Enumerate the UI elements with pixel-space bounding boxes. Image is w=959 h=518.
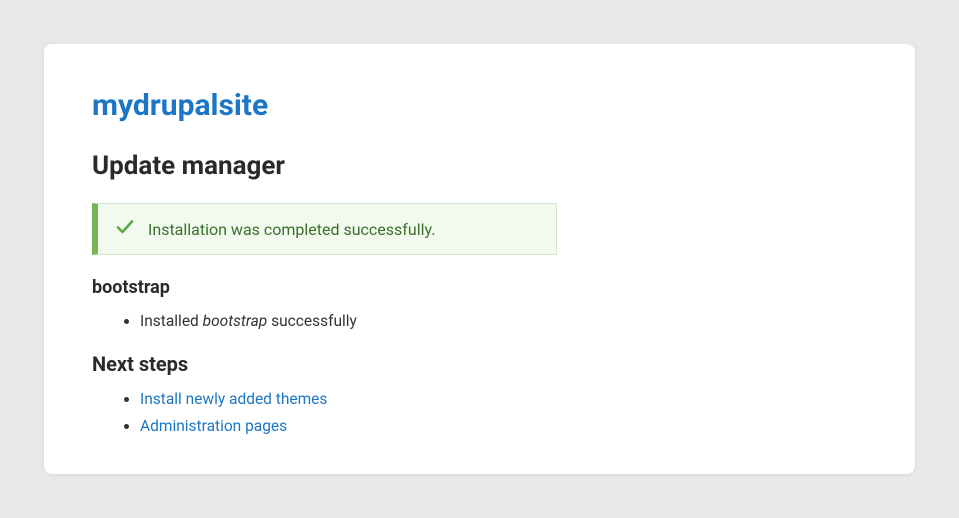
install-suffix: successfully: [267, 312, 357, 330]
install-themes-link[interactable]: Install newly added themes: [140, 390, 327, 408]
admin-pages-link[interactable]: Administration pages: [140, 417, 287, 435]
list-item: Installed bootstrap successfully: [140, 308, 867, 334]
next-steps-list: Install newly added themes Administratio…: [92, 386, 867, 439]
install-module-name: bootstrap: [203, 312, 268, 330]
list-item: Install newly added themes: [140, 386, 867, 412]
module-heading: bootstrap: [92, 277, 867, 298]
page-heading: Update manager: [92, 151, 867, 181]
install-prefix: Installed: [140, 312, 203, 330]
next-steps-heading: Next steps: [92, 352, 867, 376]
site-title-link[interactable]: mydrupalsite: [92, 88, 867, 123]
status-success-message: Installation was completed successfully.: [92, 203, 557, 255]
status-text: Installation was completed successfully.: [148, 220, 435, 239]
check-icon: [116, 218, 148, 240]
content-card: mydrupalsite Update manager Installation…: [44, 44, 915, 474]
install-result-list: Installed bootstrap successfully: [92, 308, 867, 334]
list-item: Administration pages: [140, 413, 867, 439]
